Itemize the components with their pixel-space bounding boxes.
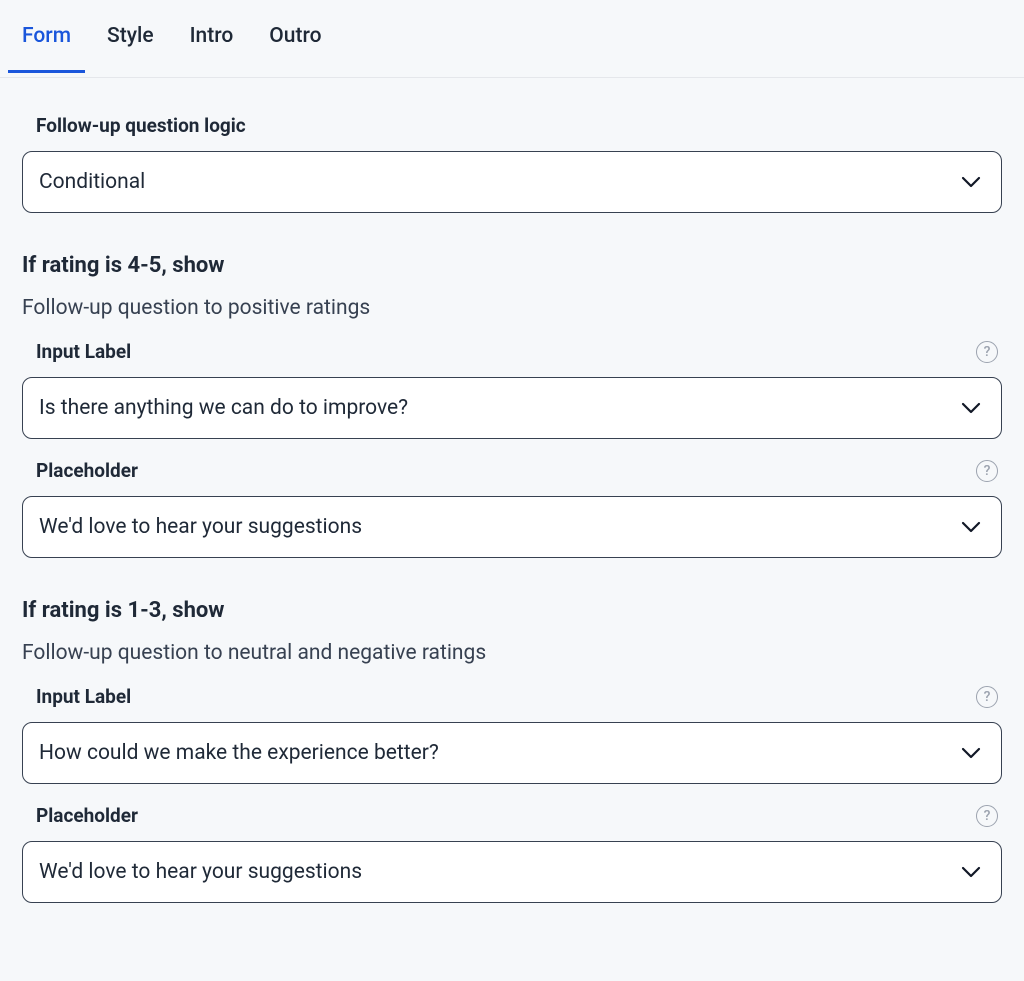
chevron-down-icon [961,747,981,759]
positive-heading: If rating is 4-5, show [22,253,1002,278]
positive-input-label-select[interactable]: Is there anything we can do to improve? [22,377,1002,439]
negative-subtext: Follow-up question to neutral and negati… [22,641,1002,665]
followup-logic-select[interactable]: Conditional [22,151,1002,213]
negative-input-label-select[interactable]: How could we make the experience better? [22,722,1002,784]
chevron-down-icon [961,866,981,878]
positive-subtext: Follow-up question to positive ratings [22,296,1002,320]
help-icon[interactable]: ? [976,341,998,363]
negative-placeholder-label: Placeholder [36,804,138,827]
positive-input-label-label: Input Label [36,340,131,363]
followup-logic-value: Conditional [39,170,145,194]
positive-placeholder-value: We'd love to hear your suggestions [39,515,362,539]
negative-input-label-label: Input Label [36,685,131,708]
positive-placeholder-label: Placeholder [36,459,138,482]
tab-style[interactable]: Style [107,0,154,73]
tab-intro[interactable]: Intro [190,0,234,73]
help-icon[interactable]: ? [976,460,998,482]
negative-heading: If rating is 1-3, show [22,598,1002,623]
help-icon[interactable]: ? [976,805,998,827]
tab-outro[interactable]: Outro [269,0,321,73]
negative-placeholder-select[interactable]: We'd love to hear your suggestions [22,841,1002,903]
chevron-down-icon [961,521,981,533]
followup-logic-label: Follow-up question logic [22,114,1002,137]
positive-input-label-value: Is there anything we can do to improve? [39,396,408,420]
chevron-down-icon [961,176,981,188]
negative-placeholder-value: We'd love to hear your suggestions [39,860,362,884]
chevron-down-icon [961,402,981,414]
tabs-bar: Form Style Intro Outro [0,0,1024,78]
help-icon[interactable]: ? [976,686,998,708]
negative-input-label-value: How could we make the experience better? [39,741,439,765]
form-content: Follow-up question logic Conditional If … [0,78,1024,933]
positive-placeholder-select[interactable]: We'd love to hear your suggestions [22,496,1002,558]
tab-form[interactable]: Form [22,0,71,73]
